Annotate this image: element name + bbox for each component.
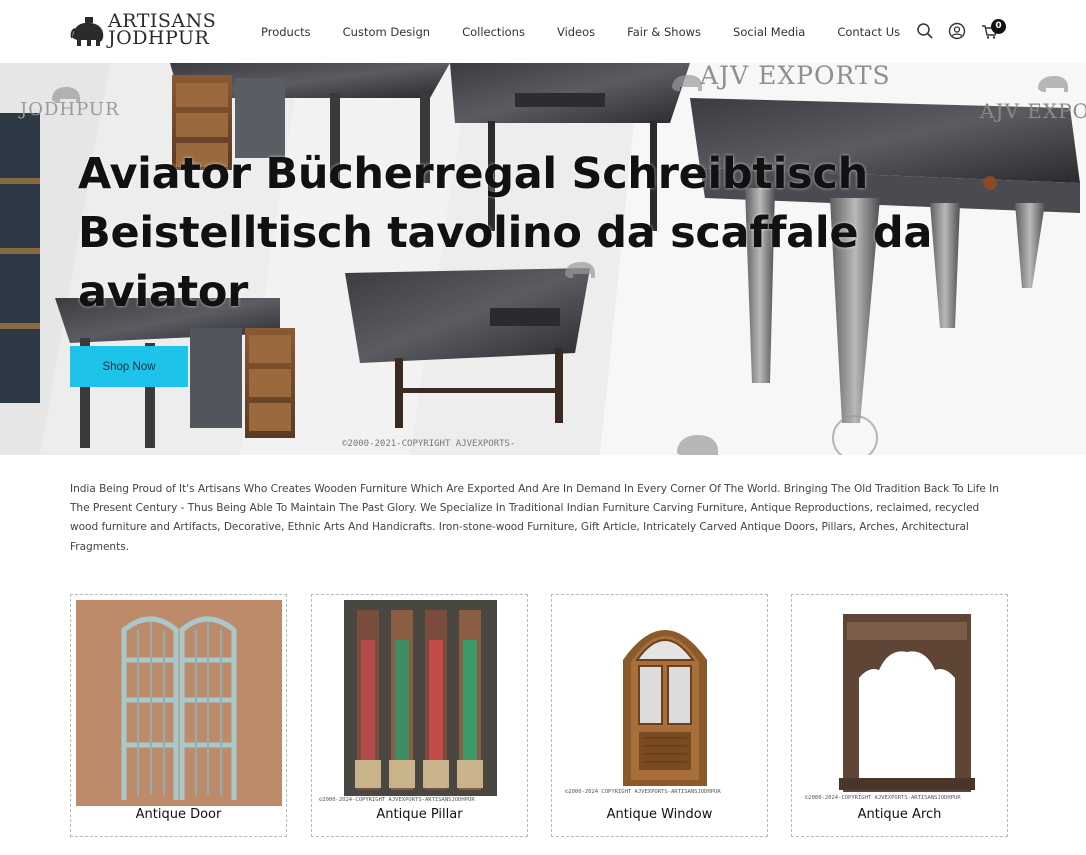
hero-copyright-watermark: ©2000-2021-COPYRIGHT AJVEXPORTS- (342, 439, 516, 449)
brand-name: ARTISANS JODHPUR (108, 12, 216, 49)
brand-logo[interactable]: ARTISANS JODHPUR (70, 12, 216, 49)
nav-products[interactable]: Products (261, 25, 311, 39)
antique-arch-image[interactable]: ©2000-2024-COPYRIGHT AJVEXPORTS-ARTISANS… (797, 600, 1003, 806)
hero-watermark-right: AJV EXPORTS (980, 99, 1086, 123)
cart-count-badge: 0 (991, 19, 1006, 34)
main-nav: Products Custom Design Collections Video… (261, 22, 900, 42)
nav-fair-shows[interactable]: Fair & Shows (627, 25, 701, 39)
category-card-door[interactable]: Antique Door (70, 594, 287, 837)
category-label[interactable]: Antique Window (552, 807, 767, 822)
shop-now-button[interactable]: Shop Now (70, 346, 188, 387)
window-watermark: ©2000-2024 COPYRIGHT AJVEXPORTS-ARTISANS… (565, 789, 721, 795)
category-label[interactable]: Antique Arch (792, 807, 1007, 822)
nav-social-media[interactable]: Social Media (733, 25, 805, 39)
category-card-arch[interactable]: ©2000-2024-COPYRIGHT AJVEXPORTS-ARTISANS… (791, 594, 1008, 837)
category-card-window[interactable]: ©2000-2024 COPYRIGHT AJVEXPORTS-ARTISANS… (551, 594, 768, 837)
antique-door-image[interactable] (76, 600, 282, 806)
search-icon[interactable] (916, 22, 934, 40)
category-label[interactable]: Antique Pillar (312, 807, 527, 822)
site-header: ARTISANS JODHPUR Products Custom Design … (0, 0, 1086, 63)
arch-watermark: ©2000-2024-COPYRIGHT AJVEXPORTS-ARTISANS… (805, 795, 961, 801)
brand-line2: JODHPUR (108, 27, 210, 49)
user-icon[interactable] (948, 22, 966, 40)
antique-pillar-image[interactable]: ©2000-2024-COPYRIGHT AJVEXPORTS-ARTISANS… (317, 600, 523, 806)
hero-title: Aviator Bücherregal Schreibtisch Beistel… (78, 149, 933, 317)
category-card-pillar[interactable]: ©2000-2024-COPYRIGHT AJVEXPORTS-ARTISANS… (311, 594, 528, 837)
nav-contact-us[interactable]: Contact Us (837, 25, 900, 39)
category-label[interactable]: Antique Door (71, 807, 286, 822)
hero-watermark-left: JODHPUR (20, 99, 120, 120)
nav-collections[interactable]: Collections (462, 25, 525, 39)
pillar-watermark: ©2000-2024-COPYRIGHT AJVEXPORTS-ARTISANS… (319, 797, 475, 803)
nav-custom-design[interactable]: Custom Design (343, 25, 430, 39)
elephant-icon (70, 17, 104, 46)
hero-banner: AJV EXPORTS JODHPUR AJV EXPORTS ©2000-20… (0, 63, 1086, 455)
hero-watermark-top: AJV EXPORTS (700, 63, 891, 90)
antique-window-image[interactable]: ©2000-2024 COPYRIGHT AJVEXPORTS-ARTISANS… (557, 600, 763, 806)
nav-videos[interactable]: Videos (557, 25, 595, 39)
intro-paragraph: India Being Proud of It's Artisans Who C… (70, 483, 999, 553)
